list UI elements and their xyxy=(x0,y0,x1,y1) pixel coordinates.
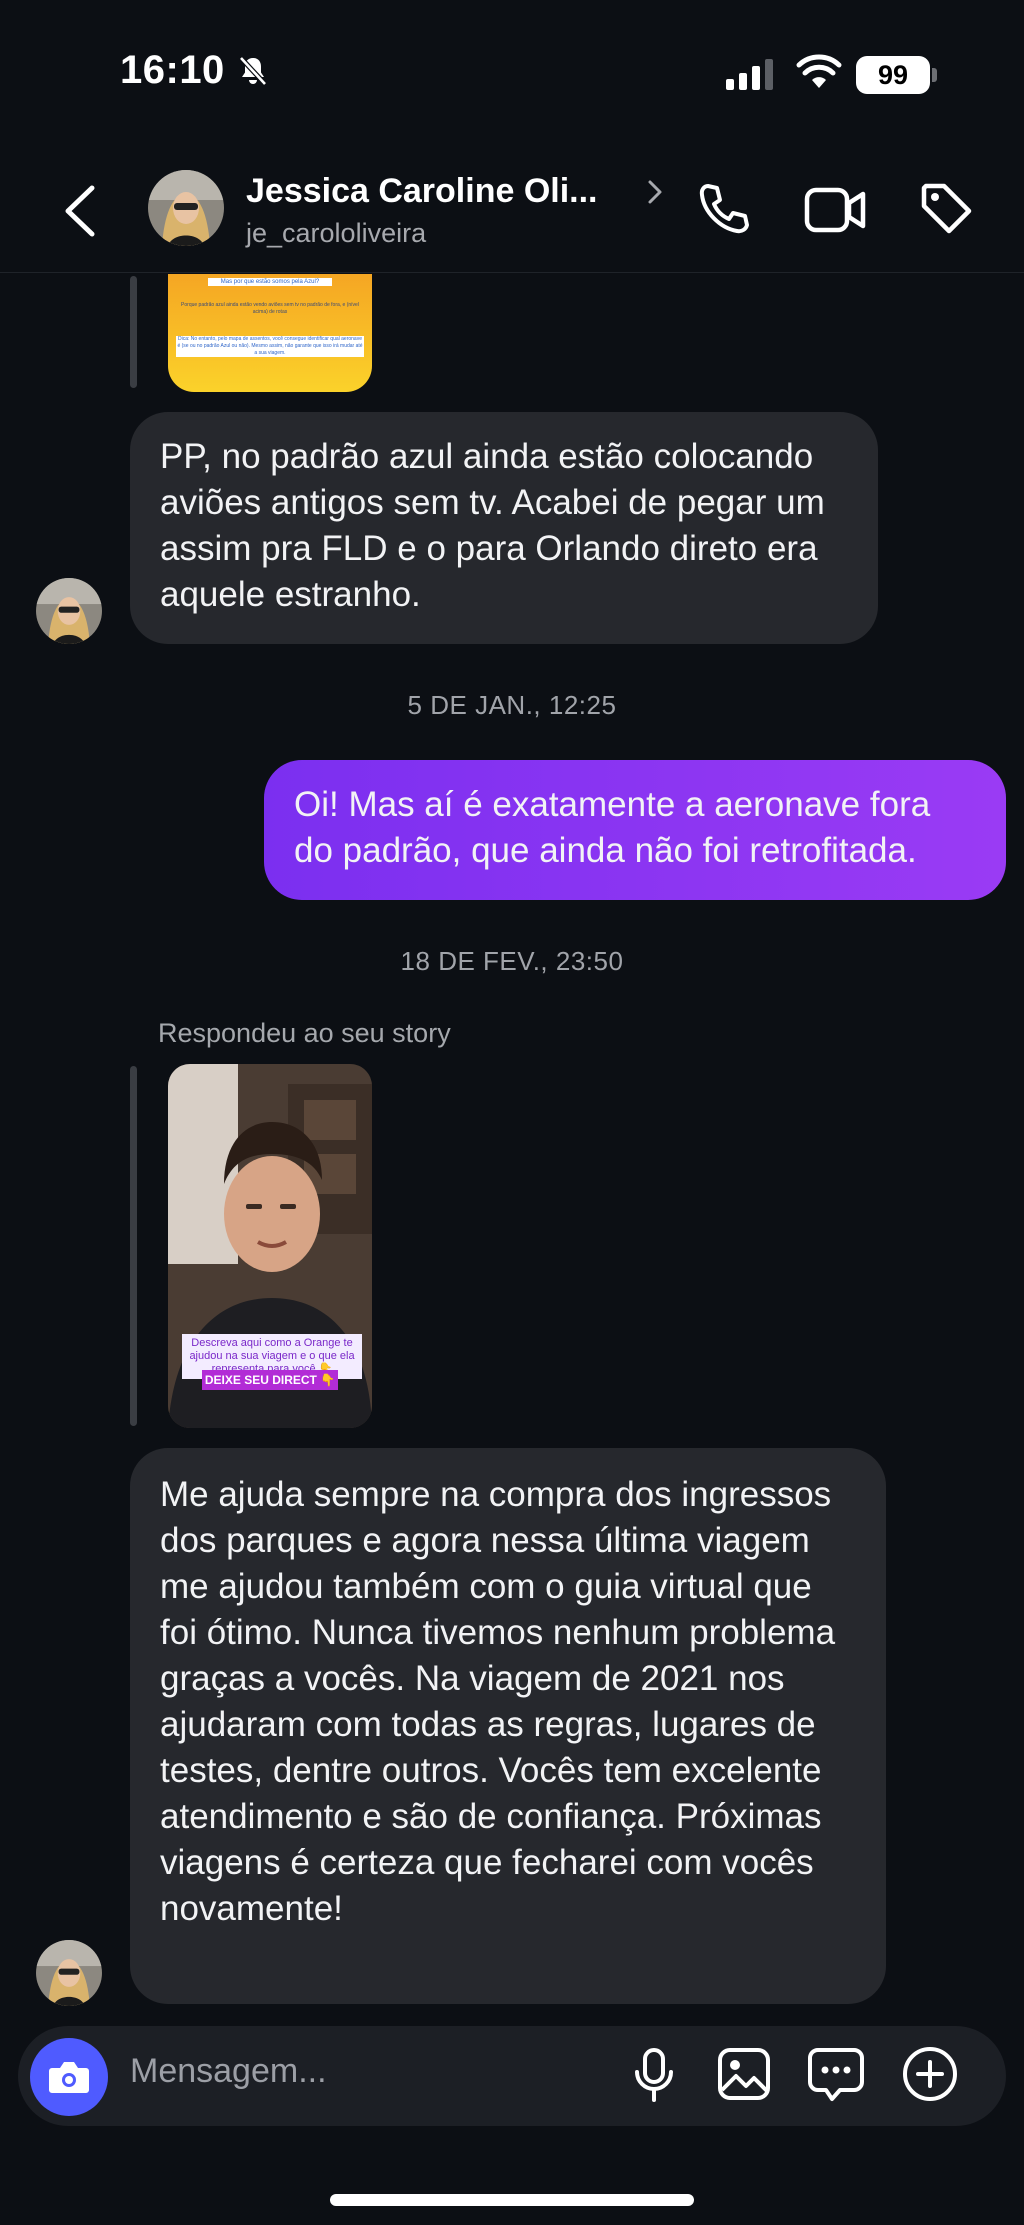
wifi-icon xyxy=(796,54,842,88)
home-indicator xyxy=(330,2194,694,2206)
story-reply-bar xyxy=(130,276,137,388)
camera-button[interactable] xyxy=(30,2038,108,2116)
story-text-3: Dica: No entanto, pelo mapa de assentos,… xyxy=(176,336,364,357)
story-thumbnail[interactable]: Mas por que estão somos pela Azul? Porqu… xyxy=(168,274,372,392)
cellular-signal-icon xyxy=(726,59,773,90)
story-reply-bar xyxy=(130,1066,137,1426)
message-text: PP, no padrão azul ainda estão colocando… xyxy=(160,437,825,614)
sender-avatar[interactable] xyxy=(36,578,102,644)
bell-muted-icon xyxy=(239,56,267,86)
sticker-icon[interactable] xyxy=(806,2044,866,2104)
status-time: 16:10 xyxy=(120,48,225,92)
battery-indicator: 99 xyxy=(856,56,930,94)
video-icon[interactable] xyxy=(804,184,866,236)
header-divider xyxy=(0,272,1024,273)
replied-to-story-label: Respondeu ao seu story xyxy=(158,1018,451,1048)
story-cta: DEIXE SEU DIRECT 👇 xyxy=(202,1370,338,1390)
sender-avatar[interactable] xyxy=(36,1940,102,2006)
story-text-1: Mas por que estão somos pela Azul? xyxy=(208,278,332,286)
timestamp-divider: 18 DE FEV., 23:50 xyxy=(400,946,624,976)
message-bubble-incoming[interactable]: PP, no padrão azul ainda estão colocando… xyxy=(130,412,878,644)
phone-icon[interactable] xyxy=(694,180,752,238)
message-bubble-outgoing[interactable]: Oi! Mas aí é exatamente a aeronave fora … xyxy=(264,760,1006,900)
message-text: Me ajuda sempre na compra dos ingressos … xyxy=(160,1475,836,1928)
contact-handle: je_carololiveira xyxy=(246,218,427,248)
message-bubble-incoming[interactable]: Me ajuda sempre na compra dos ingressos … xyxy=(130,1448,886,2004)
microphone-icon[interactable] xyxy=(630,2046,678,2104)
tag-icon[interactable] xyxy=(918,180,976,238)
message-input[interactable]: Mensagem... xyxy=(130,2052,327,2091)
timestamp-divider: 5 DE JAN., 12:25 xyxy=(407,690,617,720)
contact-avatar[interactable] xyxy=(148,170,224,246)
battery-nub xyxy=(932,68,937,82)
story-text-2: Porque padrão azul ainda estão vendo avi… xyxy=(181,302,359,315)
story-thumbnail[interactable]: Descreva aqui como a Orange te ajudou na… xyxy=(168,1064,372,1428)
contact-name[interactable]: Jessica Caroline Oli... xyxy=(246,172,598,211)
message-text: Oi! Mas aí é exatamente a aeronave fora … xyxy=(294,785,931,870)
image-icon[interactable] xyxy=(716,2046,772,2102)
plus-icon[interactable] xyxy=(900,2044,960,2104)
camera-icon xyxy=(49,2062,89,2093)
chevron-right-icon[interactable] xyxy=(646,178,664,206)
back-chevron-icon[interactable] xyxy=(60,184,100,238)
